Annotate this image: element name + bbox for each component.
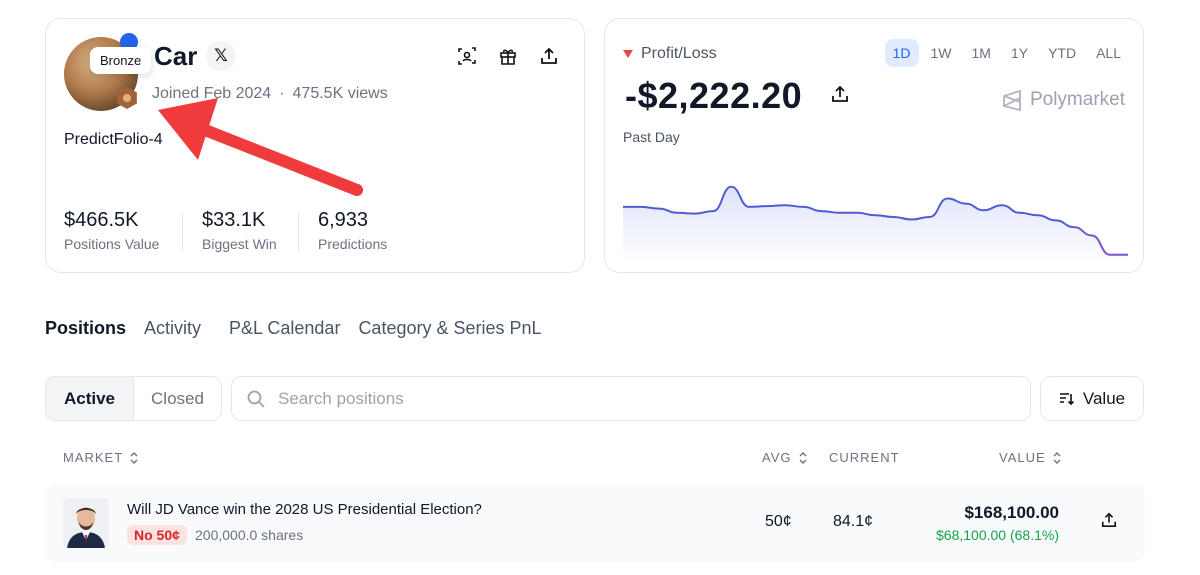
- position-gain: $68,100.00 (68.1%): [936, 527, 1059, 543]
- stat-label: Predictions: [318, 236, 388, 252]
- range-all[interactable]: ALL: [1088, 39, 1129, 67]
- header-current: CURRENT: [829, 450, 900, 465]
- sort-label: Value: [1082, 388, 1126, 408]
- stat-divider: [182, 212, 183, 252]
- header-value[interactable]: VALUE: [999, 450, 1062, 465]
- views-count: 475.5K views: [292, 85, 388, 102]
- active-button[interactable]: Active: [46, 377, 134, 420]
- range-1m[interactable]: 1M: [964, 39, 999, 67]
- header-label: VALUE: [999, 450, 1046, 465]
- share-icon[interactable]: [538, 45, 560, 67]
- stat-label: Positions Value: [64, 236, 160, 252]
- closed-button[interactable]: Closed: [134, 377, 221, 420]
- stat-value: 6,933: [318, 209, 369, 231]
- share-icon[interactable]: [1101, 512, 1117, 533]
- brand-name: Polymarket: [1029, 89, 1125, 110]
- sort-icon: [1059, 392, 1074, 405]
- range-1y[interactable]: 1Y: [1003, 39, 1036, 67]
- header-market[interactable]: MARKET: [63, 450, 139, 465]
- stat-biggest-win: $33.1K Biggest Win: [202, 209, 277, 252]
- position-value: $168,100.00: [964, 503, 1059, 522]
- polymarket-logo-icon: [1003, 89, 1021, 111]
- current-price: 84.1¢: [833, 513, 874, 530]
- sort-button[interactable]: Value: [1040, 376, 1144, 421]
- pnl-chart: [623, 185, 1128, 264]
- pnl-value: -$2,222.20: [625, 75, 803, 116]
- pnl-label: Profit/Loss: [641, 45, 717, 62]
- down-triangle-icon: [623, 50, 633, 58]
- joined-date: Joined Feb 2024: [152, 85, 272, 102]
- profile-meta: Joined Feb 2024 · 475.5K views: [152, 85, 388, 103]
- polymarket-brand: Polymarket: [1002, 89, 1125, 111]
- search-icon: [247, 390, 265, 408]
- header-label: CURRENT: [829, 450, 900, 465]
- gift-icon[interactable]: [497, 45, 519, 67]
- search-input[interactable]: [278, 388, 978, 409]
- range-ytd[interactable]: YTD: [1040, 39, 1084, 67]
- shares-count: 200,000.0 shares: [195, 527, 304, 543]
- position-status-toggle: Active Closed: [45, 376, 222, 421]
- sort-updown-icon: [130, 451, 138, 464]
- sort-updown-icon: [799, 451, 806, 464]
- tab-positions[interactable]: Positions: [45, 318, 126, 339]
- table-row[interactable]: Will JD Vance win the 2028 US Presidenti…: [45, 484, 1145, 562]
- stat-value: $33.1K: [202, 209, 266, 231]
- header-label: MARKET: [63, 450, 124, 465]
- header-avg[interactable]: AVG: [762, 450, 808, 465]
- market-thumbnail: [63, 498, 109, 548]
- share-icon[interactable]: [831, 85, 849, 108]
- pnl-header: Profit/Loss: [623, 45, 717, 63]
- profile-card: Bronze Car 𝕏 Joined Feb 2024 · 475.5K view…: [45, 18, 585, 273]
- x-logo-icon[interactable]: 𝕏: [206, 41, 236, 71]
- header-label: AVG: [762, 450, 792, 465]
- stat-positions-value: $466.5K Positions Value: [64, 209, 159, 252]
- tab-pnl-calendar[interactable]: P&L Calendar: [229, 318, 340, 339]
- user-name: Car: [154, 41, 198, 71]
- period-label: Past Day: [623, 129, 680, 145]
- stat-predictions: 6,933 Predictions: [318, 209, 387, 252]
- range-1d[interactable]: 1D: [884, 39, 919, 67]
- tab-bar: Positions Activity P&L Calendar Category…: [45, 318, 560, 339]
- range-selector: 1D 1W 1M 1Y YTD ALL: [884, 39, 1129, 67]
- meta-separator: ·: [279, 85, 285, 102]
- stat-divider: [298, 212, 299, 252]
- portfolio-name: PredictFolio-4: [64, 131, 163, 148]
- stat-value: $466.5K: [64, 209, 139, 231]
- scan-icon[interactable]: [456, 45, 478, 67]
- range-1w[interactable]: 1W: [923, 39, 960, 67]
- badge-tooltip: Bronze: [90, 47, 152, 74]
- search-box: [231, 376, 1031, 421]
- stat-label: Biggest Win: [202, 236, 277, 252]
- market-question[interactable]: Will JD Vance win the 2028 US Presidenti…: [127, 501, 482, 518]
- tab-category-series-pnl[interactable]: Category & Series PnL: [358, 318, 541, 339]
- tab-activity[interactable]: Activity: [144, 318, 201, 339]
- outcome-badge: No 50¢: [127, 525, 187, 545]
- sort-updown-icon: [1053, 451, 1061, 464]
- pnl-area: [623, 186, 1128, 264]
- avg-price: 50¢: [765, 513, 792, 530]
- pnl-card: Profit/Loss -$2,222.20 Past Day 1D 1W 1M…: [604, 18, 1144, 273]
